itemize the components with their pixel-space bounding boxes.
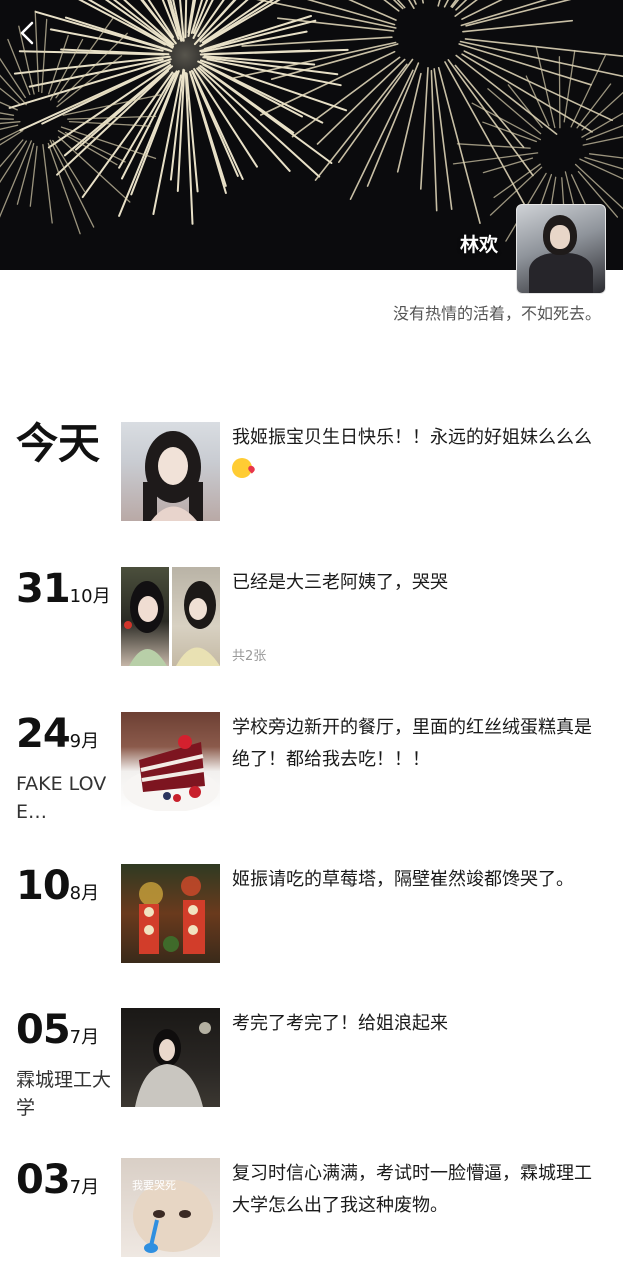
chevron-left-icon — [20, 21, 34, 45]
back-button[interactable] — [14, 18, 42, 48]
day-label: 108月 — [16, 863, 100, 909]
date-label: 037月 — [16, 1158, 116, 1210]
moment-photo[interactable] — [121, 422, 220, 521]
day-label: 057月 — [16, 1007, 100, 1053]
date-label: 今天 — [16, 422, 116, 466]
svg-text:我要哭死: 我要哭死 — [132, 1179, 176, 1192]
day-label: 3110月 — [16, 566, 111, 612]
moment-text[interactable]: 已经是大三老阿姨了，哭哭 — [232, 567, 602, 599]
day-label: 249月 — [16, 711, 100, 757]
location-label[interactable]: 霖城理工大学 — [16, 1066, 111, 1122]
moment-photo-grid[interactable] — [121, 567, 220, 666]
avatar[interactable] — [516, 204, 606, 294]
date-label: 3110月 — [16, 567, 116, 619]
moment-photo[interactable] — [121, 864, 220, 963]
day-label: 今天 — [16, 419, 101, 468]
moment-photo[interactable]: 我要哭死 — [121, 1158, 220, 1257]
date-label: 057月 霖城理工大学 — [16, 1008, 116, 1122]
moment-photo[interactable] — [121, 712, 220, 811]
location-label[interactable]: FAKE LOVE… — [16, 770, 111, 826]
profile-nickname[interactable]: 林欢 — [460, 230, 498, 257]
photo-count: 共2张 — [232, 649, 267, 664]
moment-text[interactable]: 姬振请吃的草莓塔，隔壁崔然竣都馋哭了。 — [232, 864, 602, 896]
moment-photo[interactable] — [121, 1008, 220, 1107]
moment-text[interactable]: 学校旁边新开的餐厅，里面的红丝绒蛋糕真是绝了！都给我去吃！！！ — [232, 712, 602, 776]
moment-photo[interactable] — [172, 567, 220, 666]
moment-text[interactable]: 考完了考完了！给姐浪起来 — [232, 1008, 602, 1040]
moment-text[interactable]: 我姬振宝贝生日快乐！！永远的好姐妹么么么 — [232, 422, 602, 486]
date-label: 249月 FAKE LOVE… — [16, 712, 116, 826]
moment-text[interactable]: 复习时信心满满，考试时一脸懵逼，霖城理工大学怎么出了我这种废物。 — [232, 1158, 602, 1222]
moment-photo[interactable] — [121, 567, 169, 666]
day-label: 037月 — [16, 1157, 100, 1203]
kissing-face-icon — [232, 458, 252, 478]
profile-signature: 没有热情的活着，不如死去。 — [392, 304, 601, 323]
date-label: 108月 — [16, 864, 116, 916]
